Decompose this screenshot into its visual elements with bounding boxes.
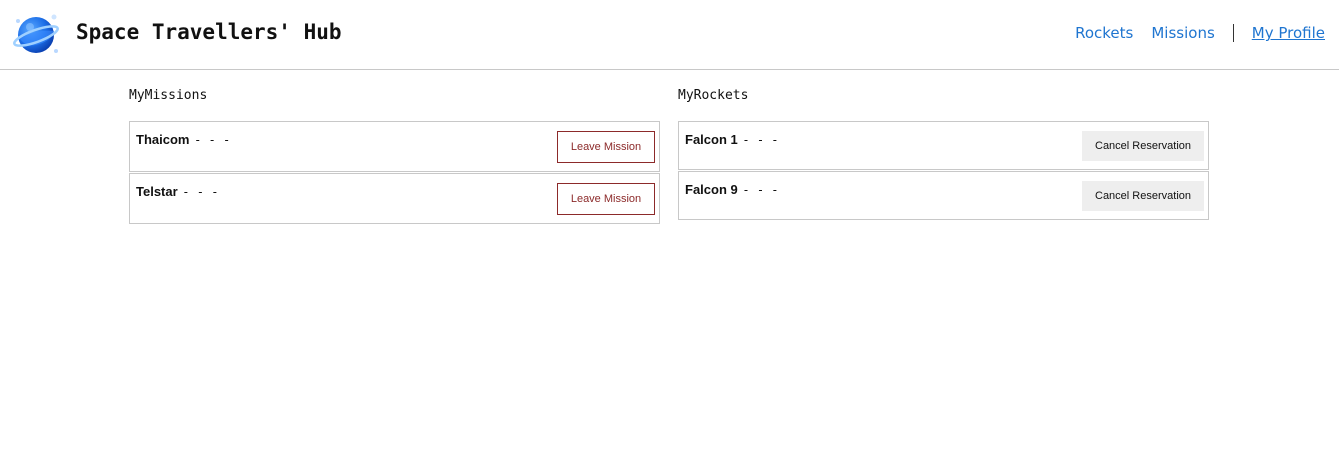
mission-name: Thaicom: [136, 132, 190, 147]
nav-link-missions[interactable]: Missions: [1151, 24, 1214, 42]
mission-name: Telstar: [136, 184, 178, 199]
cancel-reservation-button[interactable]: Cancel Reservation: [1082, 131, 1204, 161]
my-rockets-heading: MyRockets: [678, 88, 749, 103]
app-title: Space Travellers' Hub: [76, 20, 342, 44]
rocket-name: Falcon 9: [685, 182, 738, 197]
rocket-row: Falcon 1 - - - Cancel Reservation: [678, 121, 1209, 170]
nav-link-my-profile[interactable]: My Profile: [1252, 24, 1325, 42]
nav-link-rockets[interactable]: Rockets: [1075, 24, 1133, 42]
nav-divider: [1232, 24, 1234, 42]
rockets-list: Falcon 1 - - - Cancel Reservation Falcon…: [678, 121, 1209, 221]
mission-row: Thaicom - - - Leave Mission: [129, 121, 660, 172]
rocket-name: Falcon 1: [685, 132, 738, 147]
rocket-placeholder: - - -: [742, 133, 779, 147]
cancel-reservation-button[interactable]: Cancel Reservation: [1082, 181, 1204, 211]
mission-placeholder: - - -: [194, 133, 231, 147]
header: Space Travellers' Hub Rockets Missions M…: [0, 0, 1339, 70]
planet-logo-icon[interactable]: [12, 11, 60, 59]
missions-list: Thaicom - - - Leave Mission Telstar - - …: [129, 121, 660, 225]
leave-mission-button[interactable]: Leave Mission: [557, 131, 655, 163]
my-missions-heading: MyMissions: [129, 88, 208, 103]
main-nav: Rockets Missions My Profile: [1075, 24, 1325, 42]
leave-mission-button[interactable]: Leave Mission: [557, 183, 655, 215]
rocket-placeholder: - - -: [742, 183, 779, 197]
mission-placeholder: - - -: [182, 185, 219, 199]
mission-row: Telstar - - - Leave Mission: [129, 173, 660, 224]
rocket-row: Falcon 9 - - - Cancel Reservation: [678, 171, 1209, 220]
